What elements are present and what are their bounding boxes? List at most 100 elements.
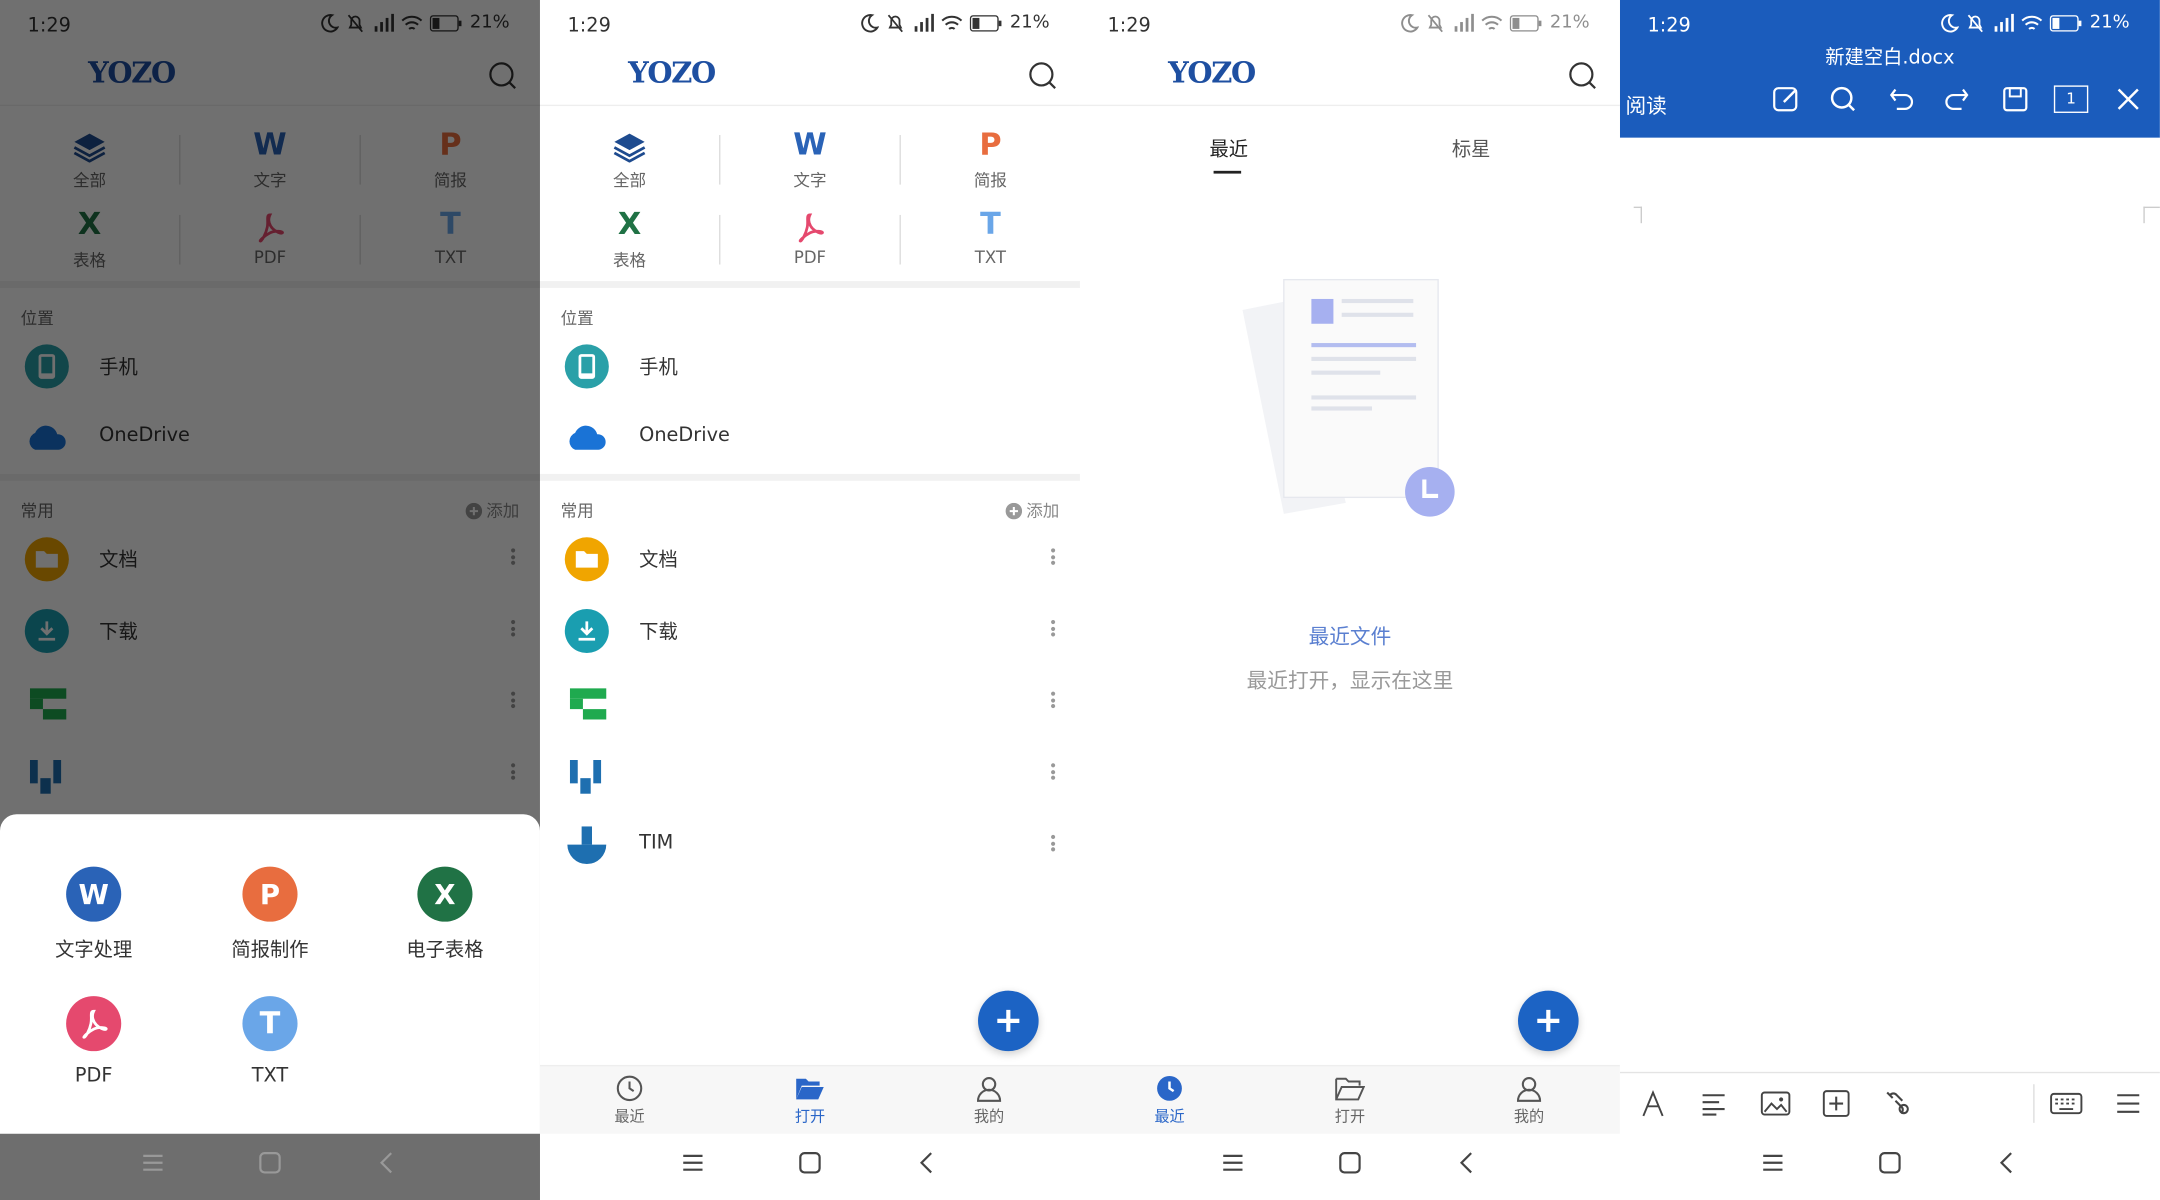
more-icon[interactable] bbox=[1051, 548, 1056, 565]
app-logo: YOZO bbox=[1168, 55, 1256, 90]
battery-icon bbox=[969, 14, 1002, 31]
tab-recent[interactable]: 最近 bbox=[574, 1072, 684, 1127]
back-icon[interactable] bbox=[1996, 1152, 2018, 1174]
tab-mine[interactable]: 我的 bbox=[934, 1072, 1044, 1127]
status-icons: 21% bbox=[860, 12, 1050, 33]
back-icon[interactable] bbox=[1456, 1152, 1478, 1174]
menu-icon[interactable] bbox=[142, 1152, 164, 1174]
tab-bar: 最近 打开 我的 bbox=[1079, 1064, 1620, 1134]
category-all[interactable]: 全部 bbox=[540, 124, 719, 204]
battery-text: 21% bbox=[1549, 12, 1590, 34]
word-icon: W bbox=[78, 877, 109, 911]
section-common: 常用 bbox=[560, 501, 594, 521]
menu-icon[interactable] bbox=[2114, 1090, 2142, 1118]
insert-icon[interactable] bbox=[1822, 1090, 1850, 1118]
search-icon[interactable] bbox=[1028, 61, 1058, 91]
cloud-icon bbox=[565, 416, 609, 460]
moon-icon bbox=[1401, 13, 1419, 32]
tab-mine[interactable]: 我的 bbox=[1474, 1072, 1584, 1127]
back-icon[interactable] bbox=[376, 1152, 398, 1174]
edit-icon[interactable] bbox=[1773, 85, 1801, 113]
category-txt[interactable]: TTXT bbox=[901, 204, 1080, 284]
user-icon bbox=[976, 1077, 1002, 1102]
menu-icon[interactable] bbox=[682, 1152, 704, 1174]
txt-icon: T bbox=[980, 208, 1001, 243]
common-documents[interactable]: 文档 bbox=[540, 524, 1080, 596]
page-number-button[interactable]: 1 bbox=[2053, 85, 2089, 113]
common-app-2[interactable] bbox=[540, 738, 1080, 810]
status-time: 1:29 bbox=[1647, 15, 1691, 38]
more-icon[interactable] bbox=[1051, 619, 1056, 637]
app-icon bbox=[565, 752, 609, 796]
wifi-icon bbox=[941, 15, 963, 30]
panel-editor: 1:29 21% 新建空白.docx 阅读 1 bbox=[1619, 0, 2160, 1200]
editor-header: 1:29 21% 新建空白.docx 阅读 1 bbox=[1619, 0, 2160, 138]
link-icon[interactable] bbox=[1884, 1090, 1912, 1118]
category-pdf[interactable]: PDF bbox=[720, 204, 899, 284]
find-icon[interactable] bbox=[1829, 85, 1857, 113]
clock-icon bbox=[1157, 1075, 1182, 1101]
create-button[interactable] bbox=[978, 990, 1039, 1052]
home-icon[interactable] bbox=[799, 1152, 821, 1174]
back-icon[interactable] bbox=[916, 1152, 938, 1174]
document-canvas[interactable] bbox=[1619, 137, 2160, 1072]
new-word-button[interactable]: W 文字处理 bbox=[18, 866, 170, 963]
paragraph-icon[interactable] bbox=[1700, 1090, 1728, 1118]
home-icon[interactable] bbox=[1339, 1152, 1361, 1174]
more-icon[interactable] bbox=[1051, 763, 1056, 780]
status-icons: 21% bbox=[1940, 12, 2130, 33]
phone-icon bbox=[564, 344, 609, 389]
search-icon[interactable] bbox=[1568, 61, 1598, 91]
category-presentation[interactable]: P简报 bbox=[901, 124, 1080, 204]
app-bar: YOZO bbox=[539, 55, 1080, 107]
new-txt-button[interactable]: T TXT bbox=[194, 996, 346, 1087]
close-icon[interactable] bbox=[2114, 85, 2142, 113]
tab-recent[interactable]: 最近 bbox=[1114, 1072, 1224, 1127]
folder-icon bbox=[564, 537, 609, 582]
new-spreadsheet-button[interactable]: X 电子表格 bbox=[369, 866, 521, 963]
undo-icon[interactable] bbox=[1887, 85, 1915, 113]
location-onedrive[interactable]: OneDrive bbox=[540, 402, 1080, 474]
tab-open[interactable]: 打开 bbox=[755, 1072, 865, 1127]
redo-icon[interactable] bbox=[1944, 85, 1972, 113]
add-button[interactable]: 添加 bbox=[1005, 499, 1059, 522]
category-word[interactable]: W文字 bbox=[720, 124, 899, 204]
status-bar: 1:29 21% bbox=[540, 0, 1080, 55]
menu-icon[interactable] bbox=[1222, 1152, 1244, 1174]
signal-icon bbox=[1994, 13, 2015, 31]
common-app-1[interactable] bbox=[540, 667, 1080, 739]
create-button[interactable] bbox=[1518, 990, 1579, 1052]
pdf-icon bbox=[798, 213, 824, 243]
home-icon[interactable] bbox=[1879, 1152, 1901, 1174]
font-icon[interactable] bbox=[1639, 1089, 1667, 1118]
tab-bar: 最近 打开 我的 bbox=[539, 1064, 1080, 1134]
common-tim[interactable]: TIM bbox=[540, 810, 1080, 882]
more-icon[interactable] bbox=[1051, 691, 1056, 709]
new-presentation-button[interactable]: P 简报制作 bbox=[194, 866, 346, 963]
more-icon[interactable] bbox=[1051, 834, 1056, 852]
menu-icon[interactable] bbox=[1762, 1152, 1784, 1174]
keyboard-icon[interactable] bbox=[2050, 1090, 2083, 1118]
save-icon[interactable] bbox=[2002, 85, 2030, 113]
new-pdf-button[interactable]: PDF bbox=[18, 996, 170, 1087]
new-document-sheet: W 文字处理 P 简报制作 X 电子表格 PDF T TXT bbox=[0, 814, 540, 1134]
image-icon[interactable] bbox=[1760, 1090, 1791, 1118]
txt-icon: T bbox=[259, 1006, 281, 1041]
document-title: 新建空白.docx bbox=[1825, 46, 1955, 69]
category-spreadsheet[interactable]: X表格 bbox=[540, 204, 719, 284]
plus-icon bbox=[1537, 1009, 1560, 1032]
common-downloads[interactable]: 下载 bbox=[540, 595, 1080, 667]
tab-starred[interactable]: 标星 bbox=[1452, 135, 1491, 163]
home-icon[interactable] bbox=[259, 1152, 281, 1174]
tab-open[interactable]: 打开 bbox=[1295, 1072, 1405, 1127]
tab-recent-files[interactable]: 最近 bbox=[1209, 135, 1248, 163]
location-phone[interactable]: 手机 bbox=[540, 331, 1080, 403]
read-mode-button[interactable]: 阅读 bbox=[1625, 91, 1666, 120]
app-icon bbox=[565, 681, 609, 725]
empty-description: 最近打开，显示在这里 bbox=[1246, 668, 1454, 693]
bell-off-icon bbox=[887, 13, 904, 32]
system-nav-bar bbox=[539, 1133, 1080, 1200]
folder-open-icon bbox=[1335, 1077, 1366, 1101]
bell-off-icon bbox=[1967, 13, 1984, 32]
app-bar: YOZO bbox=[1079, 55, 1620, 107]
